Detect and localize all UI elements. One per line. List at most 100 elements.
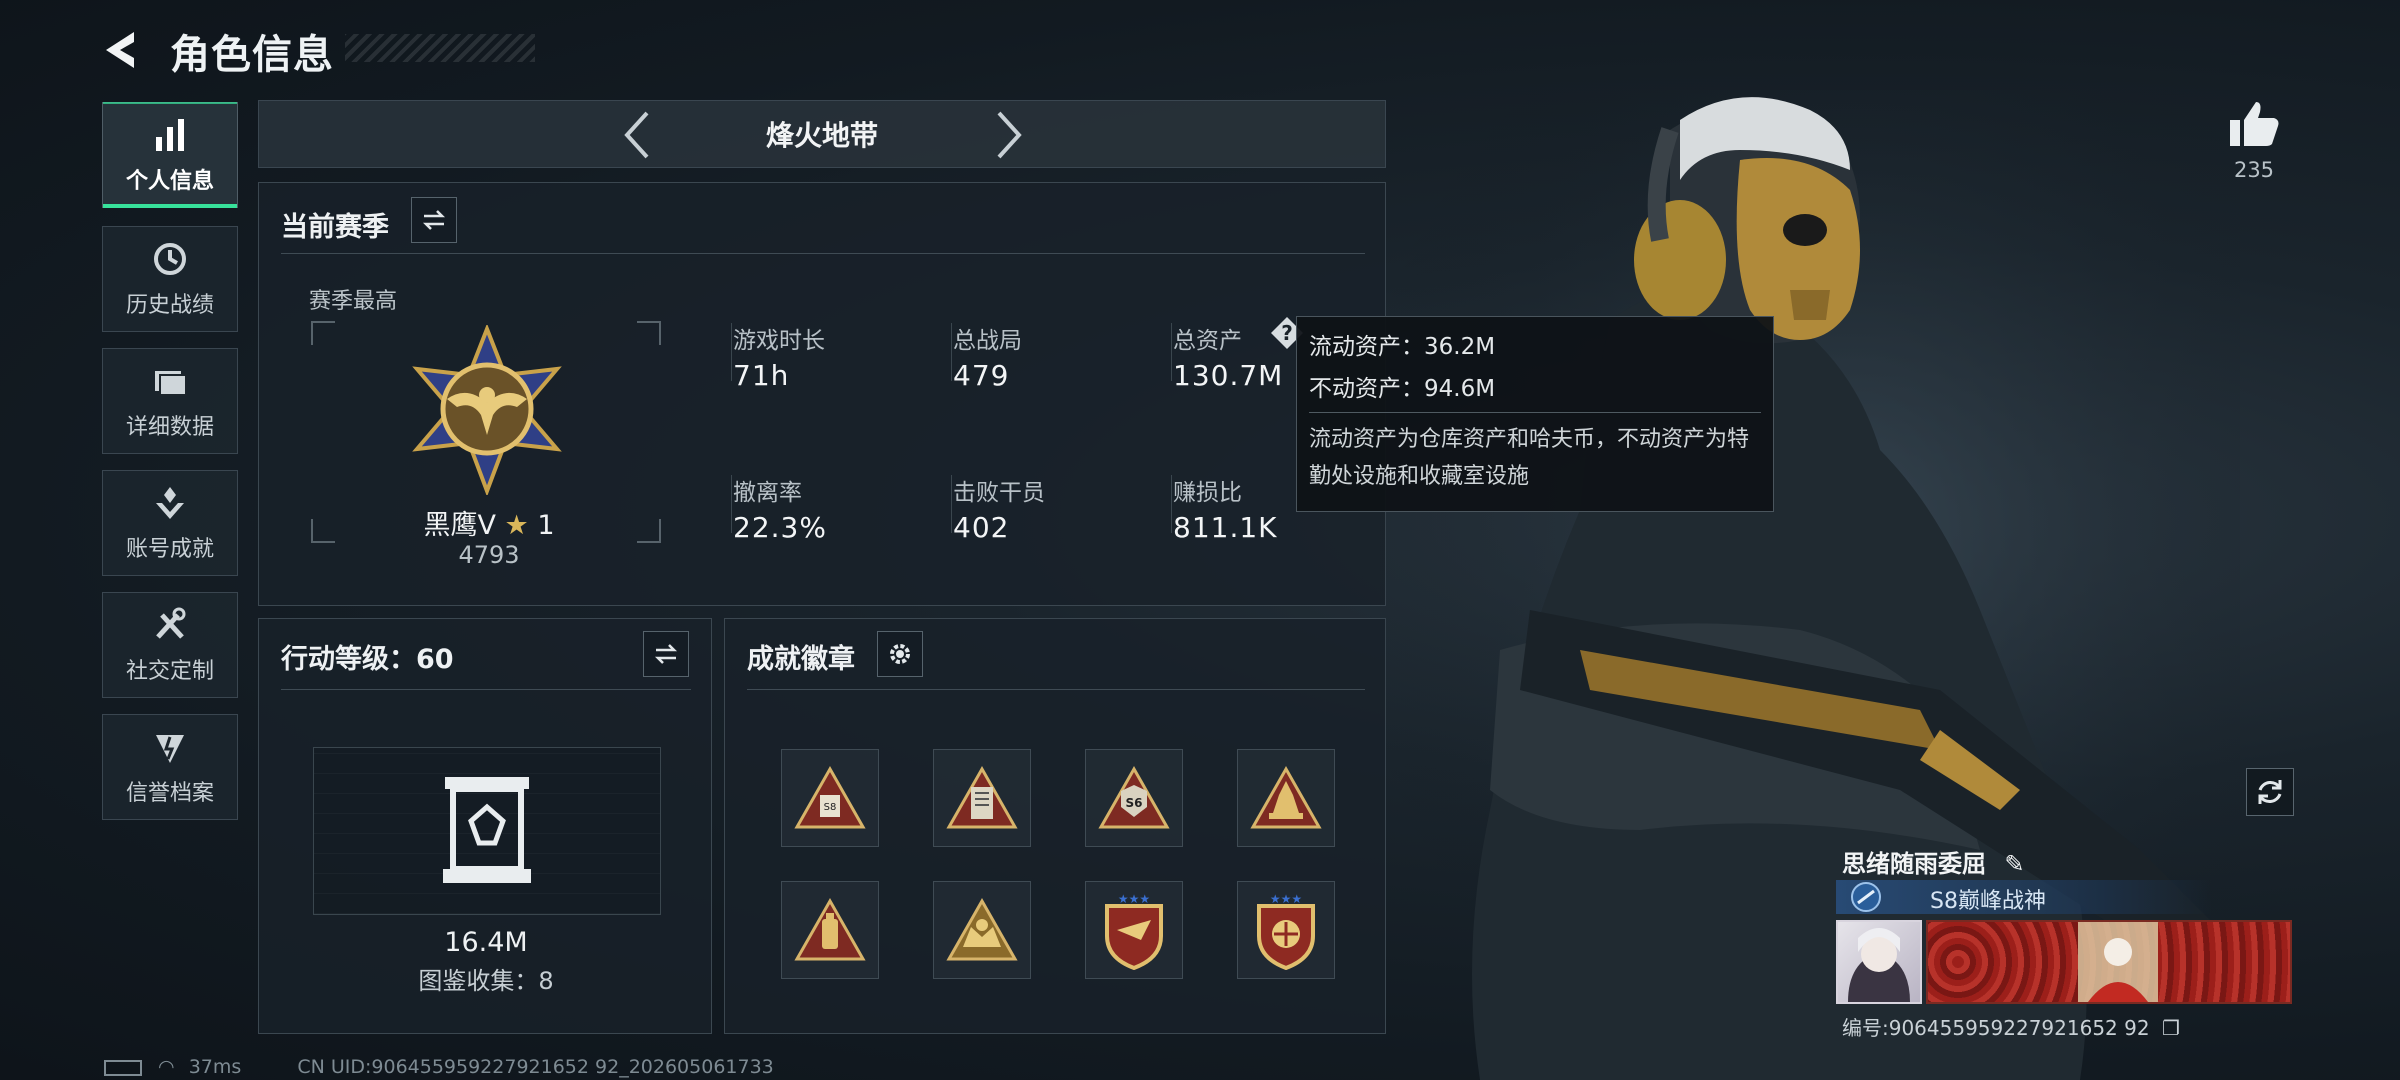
- collection-count: 图鉴收集：8: [418, 967, 554, 995]
- divider: [281, 689, 691, 690]
- back-arrow-icon[interactable]: [100, 28, 144, 72]
- stat-value: 402: [953, 511, 1010, 544]
- stat-label: 总资产: [1173, 328, 1242, 354]
- action-level-panel: 行动等级：60 16.4M 图鉴收集：8: [258, 618, 712, 1034]
- badge-shield-icon: ★★★: [1257, 892, 1315, 970]
- stat-value: 22.3%: [733, 511, 827, 544]
- rank-score: 4793: [458, 541, 520, 569]
- chevron-left-icon[interactable]: [617, 109, 657, 161]
- sidebar-item-label: 账号成就: [125, 537, 214, 562]
- season-panel: 当前赛季 赛季最高 黑鹰Ⅴ ★ 1 4793 游戏时长 71h 总战局 479 …: [258, 182, 1386, 606]
- name-card-banner[interactable]: [1926, 920, 2292, 1004]
- refresh-button[interactable]: [2246, 768, 2294, 816]
- swap-icon: [654, 644, 678, 664]
- achievement-badge[interactable]: [933, 749, 1031, 847]
- achievement-badge[interactable]: ★★★: [1085, 881, 1183, 979]
- status-bar: ◠ 37ms CN UID:906455959227921652 92_2026…: [104, 1056, 774, 1078]
- mode-title: 烽火地带: [765, 119, 878, 152]
- sidebar-item-social[interactable]: 社交定制: [102, 592, 238, 698]
- stat-label: 赚损比: [1173, 480, 1242, 506]
- rank-name-row: 黑鹰Ⅴ ★ 1: [359, 503, 619, 542]
- player-title: S8巅峰战神: [1930, 889, 2046, 914]
- achievement-settings-button[interactable]: [877, 631, 923, 677]
- stat-label: 击败干员: [953, 480, 1045, 506]
- badge-triangle-icon: S6: [1098, 765, 1170, 829]
- achievement-badge[interactable]: S6: [1085, 749, 1183, 847]
- sidebar-item-label: 个人信息: [125, 169, 214, 194]
- stat-value: 811.1K: [1173, 511, 1278, 544]
- gear-icon: [890, 644, 910, 664]
- sidebar-item-label: 信誉档案: [125, 781, 214, 806]
- sidebar-item-history[interactable]: 历史战绩: [102, 226, 238, 332]
- player-name: 思绪随雨委屈 ✎: [1842, 844, 2024, 879]
- chevron-right-icon[interactable]: [989, 109, 1029, 161]
- mode-selector: 烽火地带: [258, 100, 1386, 168]
- swap-icon: [422, 210, 446, 230]
- achievement-title: 成就徽章: [747, 644, 855, 675]
- badge-triangle-icon: [946, 765, 1018, 829]
- sidebar-item-label: 历史战绩: [125, 293, 214, 318]
- achievement-badge[interactable]: [1237, 749, 1335, 847]
- svg-text:?: ?: [1281, 321, 1293, 345]
- fixed-asset-text: 不动资产：94.6M: [1309, 376, 1496, 402]
- player-name-text: 思绪随雨委屈: [1842, 850, 1986, 878]
- star-icon: ★: [504, 510, 529, 541]
- season-switch-button[interactable]: [411, 197, 457, 243]
- asset-description: 流动资产为仓库资产和哈夫币，不动资产为特勤处设施和收藏室设施: [1309, 427, 1750, 489]
- asset-tooltip: 流动资产：36.2M 不动资产：94.6M 流动资产为仓库资产和哈夫币，不动资产…: [1296, 316, 1774, 512]
- achievement-icon: [156, 487, 184, 519]
- player-uid: 编号:906455959227921652 92 ❐: [1842, 1012, 2180, 1041]
- rank-emblem-icon: [412, 325, 562, 495]
- credit-icon: [156, 735, 184, 763]
- sidebar-item-label: 社交定制: [125, 659, 214, 684]
- collection-value: 16.4M: [444, 927, 528, 958]
- season-title: 当前赛季: [281, 212, 389, 243]
- badge-triangle-icon: [1250, 765, 1322, 829]
- sidebar-item-personal-info[interactable]: 个人信息: [102, 102, 238, 208]
- bar-chart-icon: [156, 119, 184, 151]
- stat-value: 71h: [733, 359, 790, 392]
- avatar[interactable]: [1836, 920, 1922, 1004]
- stat-label: 游戏时长: [733, 328, 825, 354]
- achievement-badge[interactable]: S8: [781, 749, 879, 847]
- tools-icon: [156, 607, 186, 639]
- stat-label: 撤离率: [733, 480, 802, 506]
- svg-text:★★★: ★★★: [1118, 892, 1150, 906]
- sidebar-item-details[interactable]: 详细数据: [102, 348, 238, 454]
- badge-triangle-icon: [794, 897, 866, 961]
- title-emblem-icon: [1851, 882, 1881, 912]
- avatar-portrait-icon: [1848, 928, 1910, 1002]
- rank-star-count: 1: [537, 510, 555, 541]
- sidebar-item-label: 详细数据: [125, 415, 214, 440]
- achievement-badge[interactable]: ★★★: [1237, 881, 1335, 979]
- title-decoration: [345, 34, 535, 62]
- svg-text:S6: S6: [1126, 796, 1143, 810]
- action-level-switch-button[interactable]: [643, 631, 689, 677]
- folder-icon: [155, 371, 187, 396]
- ping-value: 37ms: [188, 1056, 242, 1078]
- achievement-badge[interactable]: [781, 881, 879, 979]
- divider: [747, 689, 1365, 690]
- achievement-badge[interactable]: [933, 881, 1031, 979]
- divider: [281, 253, 1365, 254]
- achievement-panel: 成就徽章 S8 S6 ★★★ ★★★: [724, 618, 1386, 1034]
- stat-value: 130.7M: [1173, 359, 1284, 392]
- player-uid-text: 编号:906455959227921652 92: [1842, 1016, 2150, 1040]
- season-best-label: 赛季最高: [309, 289, 398, 314]
- stat-label: 总战局: [953, 328, 1022, 354]
- sidebar-item-achievements[interactable]: 账号成就: [102, 470, 238, 576]
- badge-triangle-icon: [946, 897, 1018, 961]
- action-level-title: 行动等级：60: [281, 644, 454, 675]
- liquid-asset-text: 流动资产：36.2M: [1309, 334, 1496, 360]
- sidebar-item-credit[interactable]: 信誉档案: [102, 714, 238, 820]
- rank-name: 黑鹰Ⅴ: [423, 510, 496, 541]
- edit-icon[interactable]: ✎: [2004, 850, 2024, 878]
- badge-triangle-icon: S8: [794, 765, 866, 829]
- copy-icon[interactable]: ❐: [2162, 1016, 2180, 1040]
- divider: [1309, 412, 1761, 413]
- svg-text:S8: S8: [824, 802, 837, 813]
- history-icon: [154, 243, 186, 275]
- like-count: 235: [2233, 158, 2275, 182]
- banner-art-icon: [2078, 922, 2158, 1002]
- thumbs-up-icon[interactable]: [2226, 96, 2282, 152]
